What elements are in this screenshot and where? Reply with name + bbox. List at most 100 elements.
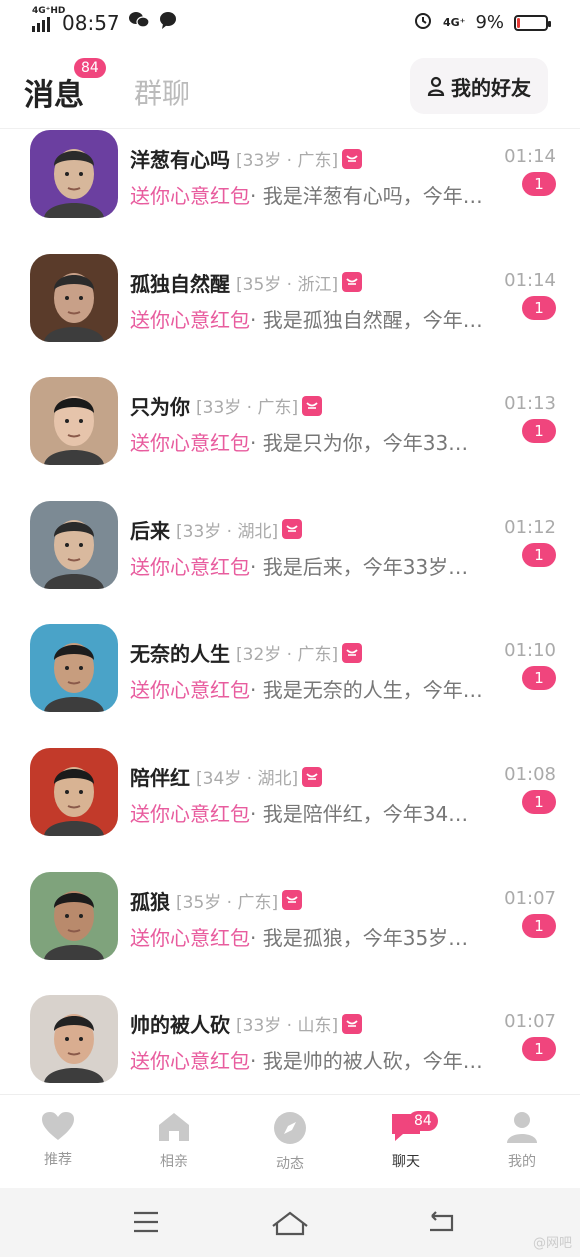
- red-packet-icon: [302, 395, 323, 416]
- preview-text: · 我是孤狼，今年35岁…: [250, 925, 469, 950]
- message-time: 01:13: [504, 393, 556, 415]
- chat-badge: 84: [408, 1111, 438, 1131]
- message-time: 01:10: [504, 640, 556, 662]
- status-right: 4G⁺ 9%: [413, 10, 551, 35]
- preview-text: · 我是帅的被人砍，今年…: [250, 1049, 483, 1074]
- message-preview: 送你心意红包· 我是孤狼，今年35岁…: [130, 922, 495, 951]
- nav-dating-label: 相亲: [160, 1154, 188, 1170]
- message-time: 01:12: [504, 516, 556, 538]
- chat-bubble-icon: [158, 10, 178, 35]
- gift-text: 送你心意红包: [130, 184, 250, 208]
- gift-text: 送你心意红包: [130, 802, 250, 826]
- unread-badge: 1: [522, 913, 556, 938]
- message-preview: 送你心意红包· 我是孤独自然醒，今年…: [130, 304, 495, 333]
- red-packet-icon: [342, 272, 363, 293]
- status-time: 08:57: [62, 10, 120, 35]
- message-preview: 送你心意红包· 我是只为你，今年33…: [130, 427, 495, 456]
- nav-me[interactable]: 我的: [464, 1095, 580, 1187]
- name-line: 孤狼 [35岁 · 广东]: [130, 886, 303, 915]
- message-row[interactable]: 后来 [33岁 · 湖北] 01:12 送你心意红包· 我是后来，今年33岁… …: [0, 500, 580, 625]
- unread-badge: 1: [522, 542, 556, 567]
- my-friends-button[interactable]: 我的好友: [410, 58, 548, 114]
- red-packet-icon: [302, 766, 323, 787]
- message-row[interactable]: 洋葱有心吗 [33岁 · 广东] 01:14 送你心意红包· 我是洋葱有心吗，今…: [0, 130, 580, 254]
- unread-badge: 1: [522, 666, 556, 691]
- gift-text: 送你心意红包: [130, 1049, 250, 1074]
- message-row[interactable]: 无奈的人生 [32岁 · 广东] 01:10 送你心意红包· 我是无奈的人生，今…: [0, 624, 580, 748]
- nav-recommend[interactable]: 推荐: [0, 1095, 116, 1187]
- contact-meta: [34岁 · 湖北]: [196, 769, 299, 789]
- avatar[interactable]: [30, 253, 118, 342]
- bottom-nav: 推荐 相亲 动态 84 聊天 我的: [0, 1094, 580, 1187]
- nav-recommend-label: 推荐: [44, 1152, 72, 1168]
- red-packet-icon: [342, 1013, 363, 1034]
- avatar[interactable]: [30, 995, 118, 1084]
- tab-groups[interactable]: 群聊: [134, 72, 190, 112]
- house-icon: [157, 1111, 191, 1147]
- watermark: @网吧: [532, 1236, 572, 1251]
- message-preview: 送你心意红包· 我是洋葱有心吗，今年…: [130, 180, 495, 209]
- name-line: 陪伴红 [34岁 · 湖北]: [130, 762, 323, 791]
- network-label: 4G⁺HD: [32, 5, 66, 16]
- message-row[interactable]: 陪伴红 [34岁 · 湖北] 01:08 送你心意红包· 我是陪伴红，今年34……: [0, 748, 580, 872]
- battery-percent: 9%: [475, 12, 504, 33]
- back-icon[interactable]: [426, 1210, 456, 1238]
- nav-moments[interactable]: 动态: [232, 1095, 348, 1187]
- message-time: 01:07: [504, 1011, 556, 1033]
- contact-meta: [33岁 · 湖北]: [176, 521, 279, 542]
- battery-icon: [514, 14, 551, 31]
- heart-icon: [41, 1111, 75, 1145]
- name-line: 帅的被人砍 [33岁 · 山东]: [130, 1009, 363, 1038]
- gift-text: 送你心意红包: [130, 678, 250, 703]
- contact-name: 陪伴红: [130, 766, 190, 790]
- unread-badge: 1: [522, 295, 556, 320]
- nav-chat[interactable]: 84 聊天: [348, 1095, 464, 1187]
- tab-messages[interactable]: 消息: [24, 70, 84, 114]
- unread-badge: 1: [522, 172, 556, 196]
- gift-text: 送你心意红包: [130, 925, 250, 950]
- home-icon[interactable]: [270, 1210, 310, 1240]
- preview-text: · 我是只为你，今年33…: [250, 431, 469, 456]
- unread-badge: 1: [522, 419, 556, 444]
- avatar[interactable]: [30, 377, 118, 466]
- nav-moments-label: 动态: [276, 1156, 304, 1172]
- my-friends-label: 我的好友: [451, 75, 531, 100]
- avatar[interactable]: [30, 500, 118, 589]
- name-line: 洋葱有心吗 [33岁 · 广东]: [130, 144, 363, 173]
- avatar[interactable]: [30, 624, 118, 713]
- menu-icon[interactable]: [132, 1210, 160, 1238]
- red-packet-icon: [342, 642, 363, 663]
- status-left: 4G⁺HD 08:57: [32, 6, 178, 35]
- avatar[interactable]: [30, 130, 118, 218]
- message-row[interactable]: 孤独自然醒 [35岁 · 浙江] 01:14 送你心意红包· 我是孤独自然醒，今…: [0, 253, 580, 378]
- message-time: 01:08: [504, 764, 556, 785]
- signal-icon: 4G⁺HD: [32, 6, 65, 32]
- network-type-label: 4G⁺: [442, 16, 466, 29]
- message-row[interactable]: 帅的被人砍 [33岁 · 山东] 01:07 送你心意红包· 我是帅的被人砍，今…: [0, 995, 580, 1092]
- contact-name: 只为你: [130, 395, 190, 420]
- name-line: 孤独自然醒 [35岁 · 浙江]: [130, 268, 363, 297]
- battery-fill: [517, 17, 520, 28]
- preview-text: · 我是洋葱有心吗，今年…: [250, 184, 483, 208]
- header: 消息 84 群聊 我的好友: [0, 52, 580, 129]
- message-preview: 送你心意红包· 我是帅的被人砍，今年…: [130, 1045, 495, 1074]
- message-row[interactable]: 只为你 [33岁 · 广东] 01:13 送你心意红包· 我是只为你，今年33……: [0, 377, 580, 501]
- preview-text: · 我是陪伴红，今年34…: [250, 802, 469, 826]
- gift-text: 送你心意红包: [130, 431, 250, 456]
- system-nav-bar: @网吧: [0, 1188, 580, 1257]
- message-row[interactable]: 孤狼 [35岁 · 广东] 01:07 送你心意红包· 我是孤狼，今年35岁… …: [0, 871, 580, 996]
- message-list[interactable]: 洋葱有心吗 [33岁 · 广东] 01:14 送你心意红包· 我是洋葱有心吗，今…: [0, 130, 580, 1092]
- name-line: 无奈的人生 [32岁 · 广东]: [130, 638, 363, 667]
- contact-name: 无奈的人生: [130, 642, 230, 667]
- wechat-icon: [128, 10, 150, 35]
- person-icon: [427, 76, 445, 96]
- red-packet-icon: [342, 148, 363, 169]
- name-line: 只为你 [33岁 · 广东]: [130, 391, 323, 420]
- unread-badge: 1: [522, 790, 556, 814]
- message-time: 01:14: [504, 146, 556, 167]
- nav-dating[interactable]: 相亲: [116, 1095, 232, 1187]
- contact-name: 帅的被人砍: [130, 1013, 230, 1038]
- message-preview: 送你心意红包· 我是陪伴红，今年34…: [130, 798, 495, 827]
- avatar[interactable]: [30, 871, 118, 960]
- avatar[interactable]: [30, 748, 118, 836]
